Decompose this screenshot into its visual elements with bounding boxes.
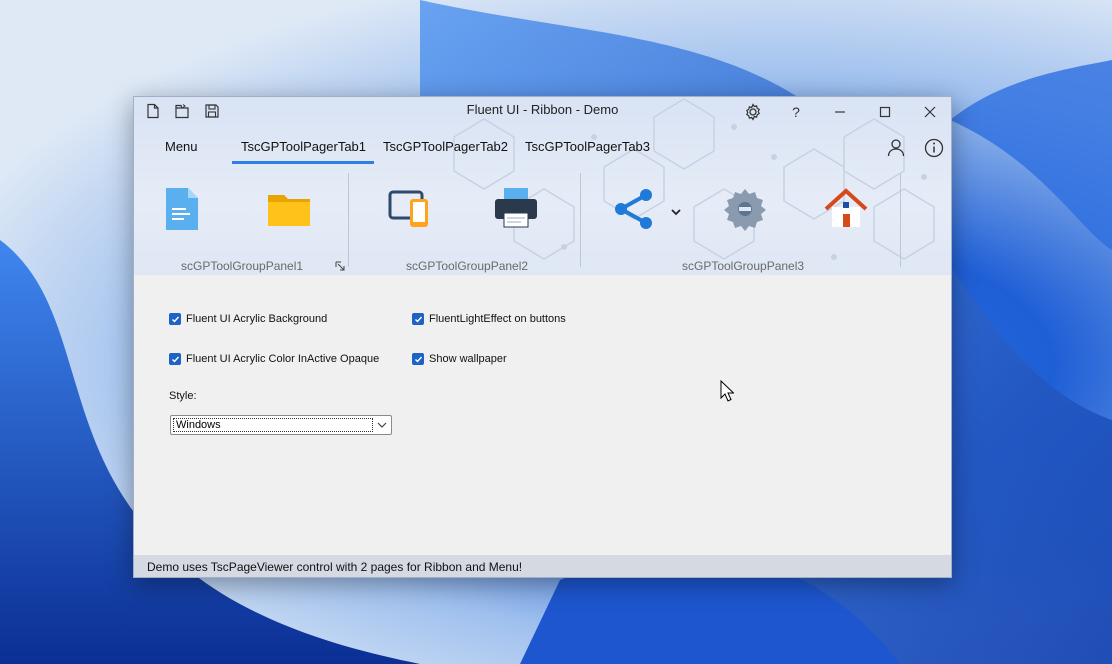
checkbox-checked-icon[interactable] [412,353,424,365]
settings-button[interactable] [742,101,764,123]
ribbon-separator [580,173,581,267]
document-icon[interactable] [158,185,206,233]
share-icon[interactable] [610,185,658,233]
home-icon[interactable] [822,185,870,233]
tab-toolpager-2[interactable]: TscGPToolPagerTab2 [383,139,508,154]
tab-toolpager-1[interactable]: TscGPToolPagerTab1 [241,139,366,154]
panel-label-3: scGPToolGroupPanel3 [682,259,805,273]
close-button[interactable] [919,101,941,123]
devices-icon[interactable] [386,185,434,233]
help-button[interactable]: ? [785,101,807,123]
ribbon-tabs: Menu TscGPToolPagerTab1 TscGPToolPagerTa… [134,133,951,163]
panel-label-1: scGPToolGroupPanel1 [181,259,304,273]
checkbox-light-effect[interactable]: FluentLightEffect on buttons [412,313,566,325]
main-content: Fluent UI Acrylic Background FluentLight… [134,275,951,555]
maximize-icon [879,106,891,118]
chevron-down-icon[interactable] [670,207,682,217]
ribbon-separator [900,173,901,267]
checkbox-label: FluentLightEffect on buttons [429,313,566,325]
checkbox-checked-icon[interactable] [169,353,181,365]
printer-icon[interactable] [492,185,540,233]
mouse-cursor-icon [720,380,734,402]
minimize-button[interactable] [829,101,851,123]
checkbox-show-wallpaper[interactable]: Show wallpaper [412,353,507,365]
minimize-icon [835,111,845,113]
tab-toolpager-3[interactable]: TscGPToolPagerTab3 [525,139,650,154]
gear-icon [746,103,760,121]
settings-gear-icon[interactable] [721,185,769,233]
ribbon-separator [348,173,349,267]
checkbox-label: Show wallpaper [429,353,507,365]
close-icon [924,106,936,118]
app-window: Fluent UI - Ribbon - Demo ? Menu TscGPTo… [133,96,952,578]
title-bar: Fluent UI - Ribbon - Demo ? [134,97,951,127]
style-combobox[interactable]: Windows [170,415,392,435]
maximize-button[interactable] [874,101,896,123]
folder-icon[interactable] [265,185,313,233]
checkbox-acrylic-background[interactable]: Fluent UI Acrylic Background [169,313,327,325]
panel-launcher-icon[interactable] [335,261,345,271]
active-tab-indicator [232,161,374,164]
user-icon[interactable] [885,137,907,159]
info-icon[interactable] [923,137,945,159]
checkbox-label: Fluent UI Acrylic Color InActive Opaque [186,353,380,365]
checkbox-acrylic-inactive-opaque[interactable]: Fluent UI Acrylic Color InActive Opaque [169,353,379,365]
checkbox-checked-icon[interactable] [169,313,181,325]
checkbox-label: Fluent UI Acrylic Background [186,313,328,325]
style-label: Style: [169,390,197,402]
panel-label-2: scGPToolGroupPanel2 [406,259,529,273]
checkbox-checked-icon[interactable] [412,313,424,325]
status-bar: Demo uses TscPageViewer control with 2 p… [134,555,951,577]
style-selected-value: Windows [173,418,373,432]
chevron-down-icon[interactable] [376,419,388,431]
menu-tab[interactable]: Menu [165,139,198,154]
